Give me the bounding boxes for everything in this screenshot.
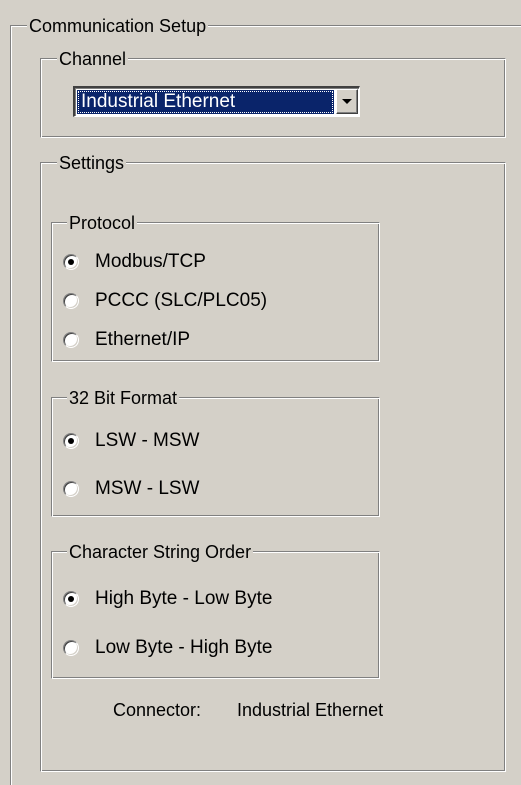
protocol-option-ethernet-ip[interactable]: Ethernet/IP: [63, 328, 190, 352]
radio-unchecked-icon[interactable]: [63, 293, 79, 309]
communication-setup-panel: Communication Setup Channel Industrial E…: [0, 0, 521, 785]
protocol-option-label: PCCC (SLC/PLC05): [95, 290, 268, 311]
radio-unchecked-icon[interactable]: [63, 481, 79, 497]
radio-checked-icon[interactable]: [63, 591, 79, 607]
communication-setup-title: Communication Setup: [27, 15, 209, 37]
bit-format-option-label: LSW - MSW: [95, 430, 200, 451]
string-order-option-label: High Byte - Low Byte: [95, 588, 273, 609]
string-order-option-low-high[interactable]: Low Byte - High Byte: [63, 636, 272, 660]
chevron-down-icon[interactable]: [336, 89, 358, 114]
string-order-title: Character String Order: [67, 541, 254, 563]
bit-format-option-lsw-msw[interactable]: LSW - MSW: [63, 429, 200, 453]
bit-format-title: 32 Bit Format: [67, 387, 180, 409]
protocol-option-modbus-tcp[interactable]: Modbus/TCP: [63, 250, 206, 274]
string-order-option-label: Low Byte - High Byte: [95, 637, 273, 658]
protocol-option-label: Modbus/TCP: [95, 251, 206, 272]
bit-format-option-msw-lsw[interactable]: MSW - LSW: [63, 477, 200, 501]
bit-format-option-label: MSW - LSW: [95, 478, 200, 499]
channel-dropdown-value: Industrial Ethernet: [77, 90, 334, 114]
settings-title: Settings: [57, 152, 127, 174]
channel-title: Channel: [57, 48, 129, 70]
radio-checked-icon[interactable]: [63, 433, 79, 449]
radio-checked-icon[interactable]: [63, 254, 79, 270]
protocol-option-pccc[interactable]: PCCC (SLC/PLC05): [63, 289, 267, 313]
connector-value: Industrial Ethernet: [237, 700, 384, 720]
string-order-option-high-low[interactable]: High Byte - Low Byte: [63, 587, 272, 611]
protocol-option-label: Ethernet/IP: [95, 329, 191, 350]
channel-dropdown[interactable]: Industrial Ethernet: [73, 86, 360, 117]
radio-unchecked-icon[interactable]: [63, 332, 79, 348]
radio-unchecked-icon[interactable]: [63, 640, 79, 656]
connector-label: Connector:: [113, 700, 202, 720]
protocol-title: Protocol: [67, 212, 138, 234]
